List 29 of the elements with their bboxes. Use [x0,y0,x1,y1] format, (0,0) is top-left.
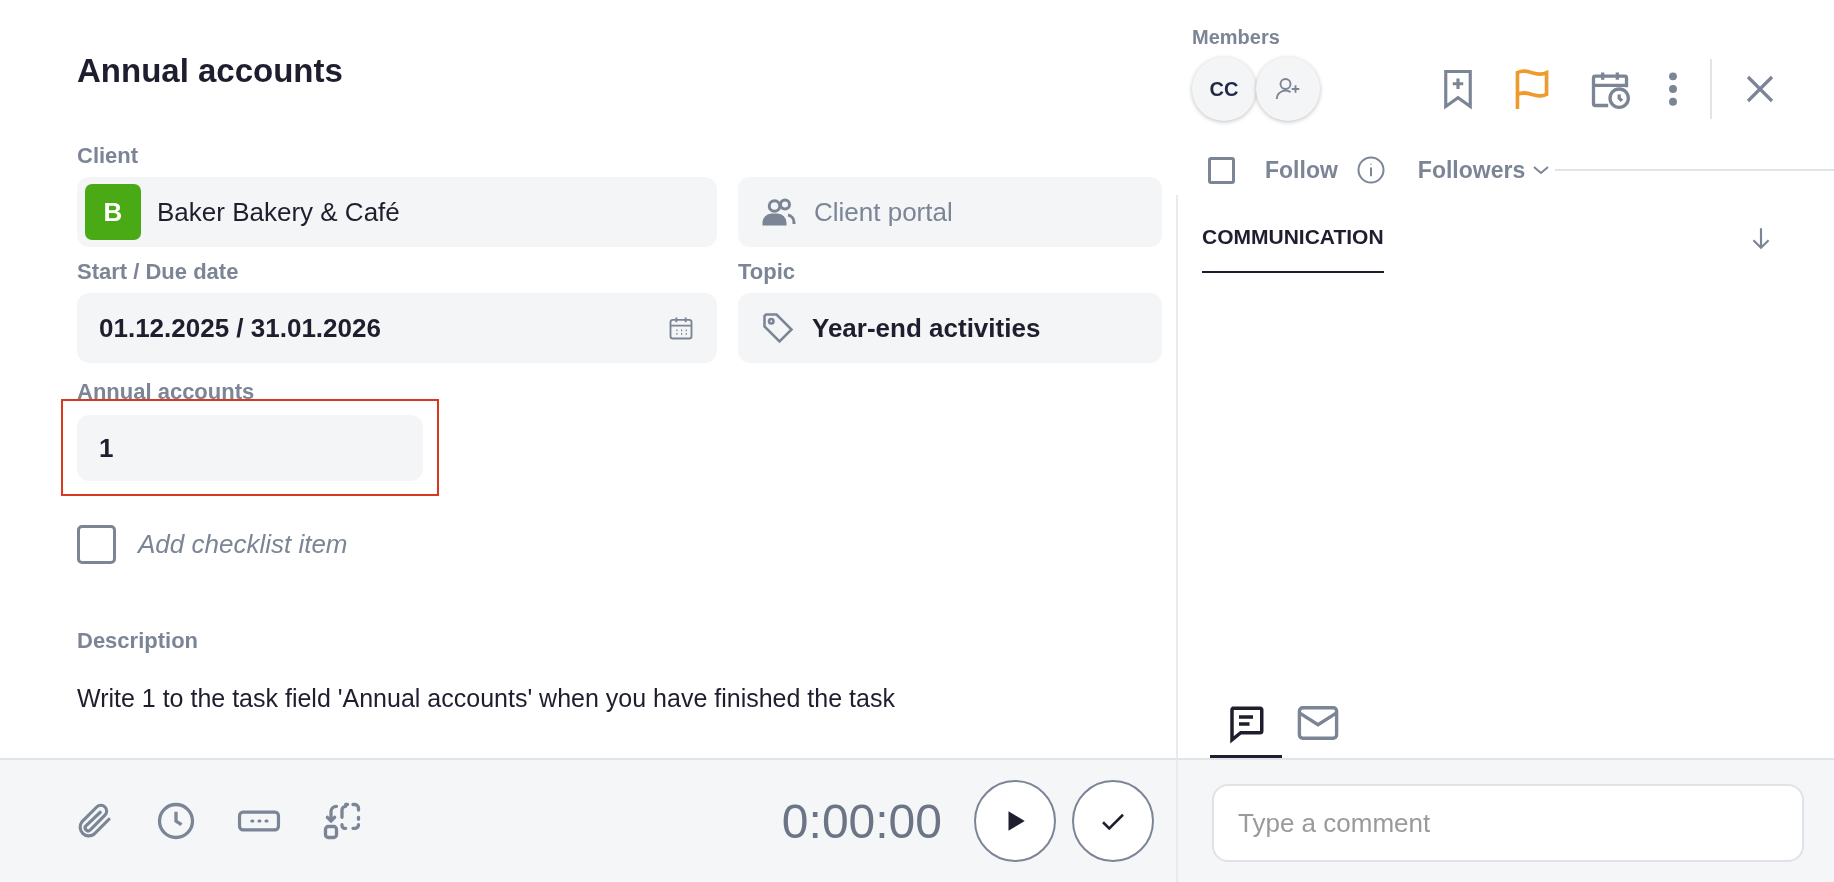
client-avatar: B [85,184,141,240]
checkbox[interactable] [77,525,116,564]
more-icon[interactable] [1668,70,1678,108]
info-icon[interactable] [1355,155,1386,185]
field-label: Annual accounts [77,379,256,405]
tab[interactable]: COMMUNICATION [1202,225,1384,273]
comment-input[interactable]: Type a comment [1212,784,1804,862]
timer-display: 0:00:00 [781,793,942,849]
date-field[interactable]: 01.12.2025 / 31.01.2026 [77,293,717,363]
member-avatar[interactable]: CC [1192,57,1256,121]
description-text: Write 1 to the task field 'Annual accounts' when you have finished the task [77,684,896,713]
client-field[interactable]: B Baker Bakery & Café [77,177,717,247]
field-label: Start / Due date [77,259,240,285]
number-field[interactable]: 1 [77,415,423,481]
follow-label: Follow [1265,156,1338,184]
checklist-input[interactable]: Add checklist item [138,529,348,560]
envelope-icon [1296,703,1340,743]
field-label: Description [77,628,200,654]
add-member-button[interactable] [1256,57,1320,121]
members-label: Members [1192,26,1281,49]
close-icon[interactable] [1744,73,1776,105]
tag-icon [760,310,796,346]
field-label: Topic [738,259,797,285]
topic-field[interactable]: Year-end activities [738,293,1162,363]
followers-dropdown[interactable]: Followers [1417,156,1552,184]
follow-checkbox[interactable] [1208,156,1235,184]
task-title: Annual accounts [77,52,344,91]
field-label: Client [77,143,140,169]
people-icon [760,197,798,227]
